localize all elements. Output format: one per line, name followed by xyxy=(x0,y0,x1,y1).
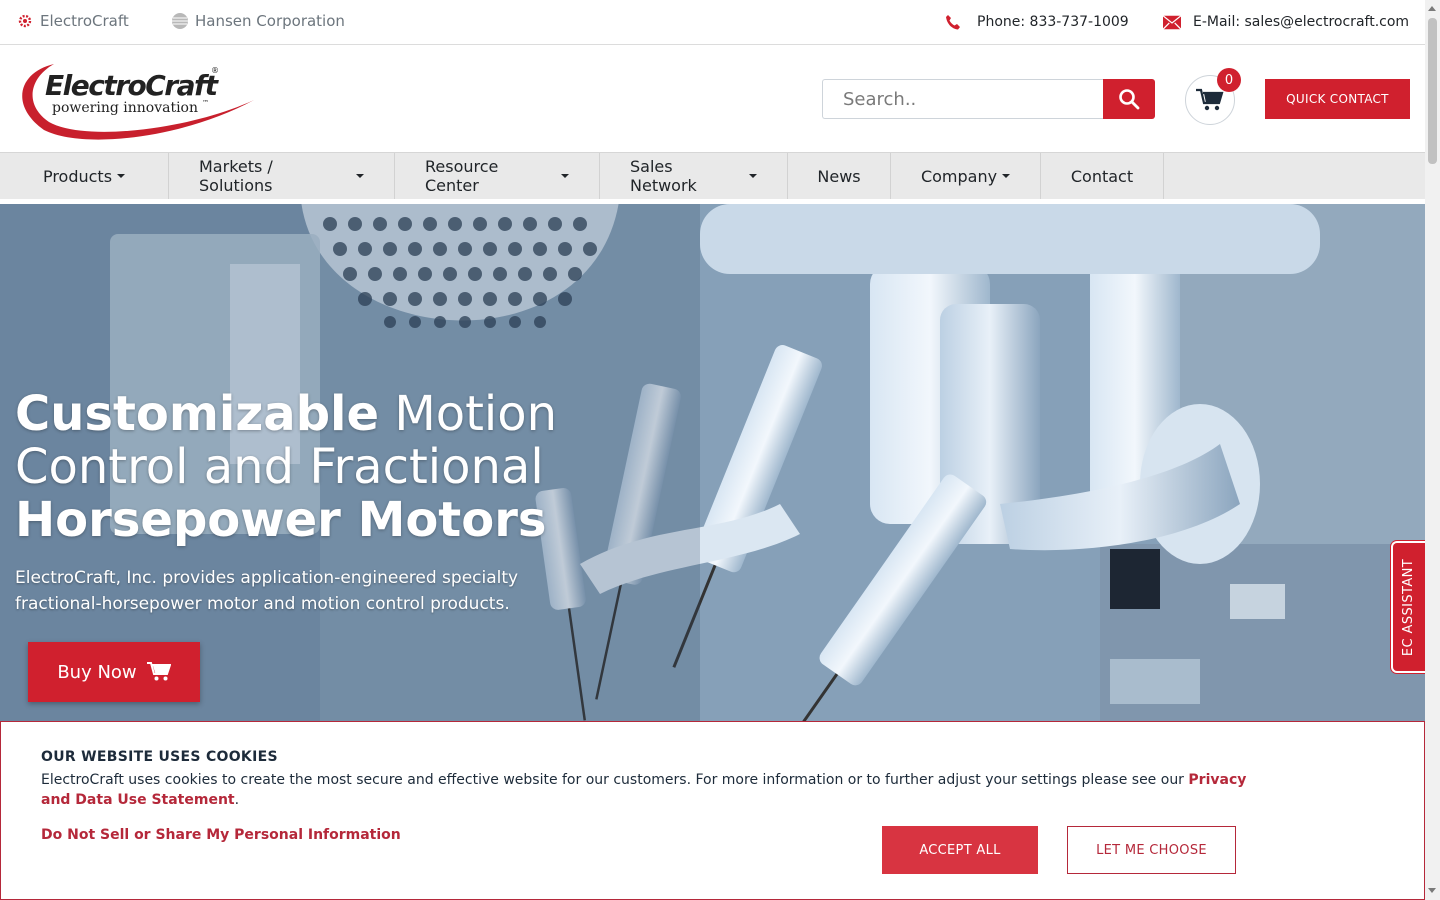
hansen-link[interactable]: Hansen Corporation xyxy=(171,12,345,30)
cookie-message: ElectroCraft uses cookies to create the … xyxy=(41,772,1247,808)
hero-title: Customizable Motion Control and Fraction… xyxy=(15,386,558,548)
main-nav: Products Markets / Solutions Resource Ce… xyxy=(0,152,1425,199)
cookie-title: OUR WEBSITE USES COOKIES xyxy=(41,749,278,765)
nav-company[interactable]: Company xyxy=(891,153,1041,199)
buy-now-button[interactable]: Buy Now xyxy=(28,642,200,702)
cart-icon xyxy=(146,662,171,682)
caret-down-icon xyxy=(117,174,126,178)
caret-down-icon xyxy=(561,174,569,178)
caret-down-icon xyxy=(356,174,364,178)
hero-subtitle: ElectroCraft, Inc. provides application-… xyxy=(15,568,519,614)
caret-down-icon xyxy=(749,174,757,178)
do-not-sell-link[interactable]: Do Not Sell or Share My Personal Informa… xyxy=(41,827,401,843)
nav-products[interactable]: Products xyxy=(0,153,169,199)
search-input[interactable] xyxy=(822,79,1104,119)
ec-assistant-tab[interactable]: EC ASSISTANT xyxy=(1391,541,1425,673)
electrocraft-gear-icon xyxy=(16,12,34,30)
email-address: E-Mail: sales@electrocraft.com xyxy=(1193,14,1410,30)
nav-markets-solutions[interactable]: Markets / Solutions xyxy=(169,153,395,199)
site-header: ElectroCraft ® powering innovation ™ 0 Q… xyxy=(0,45,1425,152)
email-link[interactable]: E-Mail: sales@electrocraft.com xyxy=(1163,13,1409,31)
logo-tagline: powering innovation xyxy=(52,100,198,116)
phone-link[interactable]: Phone: 833-737-1009 xyxy=(945,13,1129,31)
nav-resource-center[interactable]: Resource Center xyxy=(395,153,600,199)
nav-sales-network[interactable]: Sales Network xyxy=(600,153,788,199)
logo-wordmark: ElectroCraft xyxy=(45,69,220,102)
accept-all-button[interactable]: ACCEPT ALL xyxy=(882,826,1038,874)
electrocraft-logo[interactable]: ElectroCraft ® powering innovation ™ xyxy=(14,60,259,140)
svg-text:™: ™ xyxy=(202,99,209,107)
svg-text:®: ® xyxy=(211,66,219,75)
hansen-globe-icon xyxy=(171,12,189,30)
phone-icon xyxy=(945,13,963,31)
search-button[interactable] xyxy=(1103,79,1155,119)
envelope-icon xyxy=(1163,13,1181,31)
cart-icon xyxy=(1196,88,1224,111)
hero-banner: Customizable Motion Control and Fraction… xyxy=(0,204,1425,722)
caret-down-icon xyxy=(1002,174,1011,178)
scroll-up-arrow-icon[interactable] xyxy=(1428,6,1436,11)
phone-number: Phone: 833-737-1009 xyxy=(977,14,1129,30)
page-scrollbar[interactable] xyxy=(1425,0,1440,900)
search-icon xyxy=(1119,89,1140,110)
let-me-choose-button[interactable]: LET ME CHOOSE xyxy=(1067,826,1236,874)
nav-news[interactable]: News xyxy=(788,153,891,199)
hansen-link-label: Hansen Corporation xyxy=(195,12,345,30)
scroll-down-arrow-icon[interactable] xyxy=(1428,888,1436,893)
electrocraft-link[interactable]: ElectroCraft xyxy=(16,12,129,30)
top-bar: ElectroCraft Hansen Corporation Phone: 8… xyxy=(0,0,1425,45)
nav-contact[interactable]: Contact xyxy=(1041,153,1164,199)
electrocraft-link-label: ElectroCraft xyxy=(40,12,129,30)
scrollbar-thumb[interactable] xyxy=(1428,18,1437,164)
cart-count-badge: 0 xyxy=(1217,68,1241,92)
quick-contact-button[interactable]: QUICK CONTACT xyxy=(1265,79,1410,119)
cookie-banner: OUR WEBSITE USES COOKIES ElectroCraft us… xyxy=(0,721,1425,900)
